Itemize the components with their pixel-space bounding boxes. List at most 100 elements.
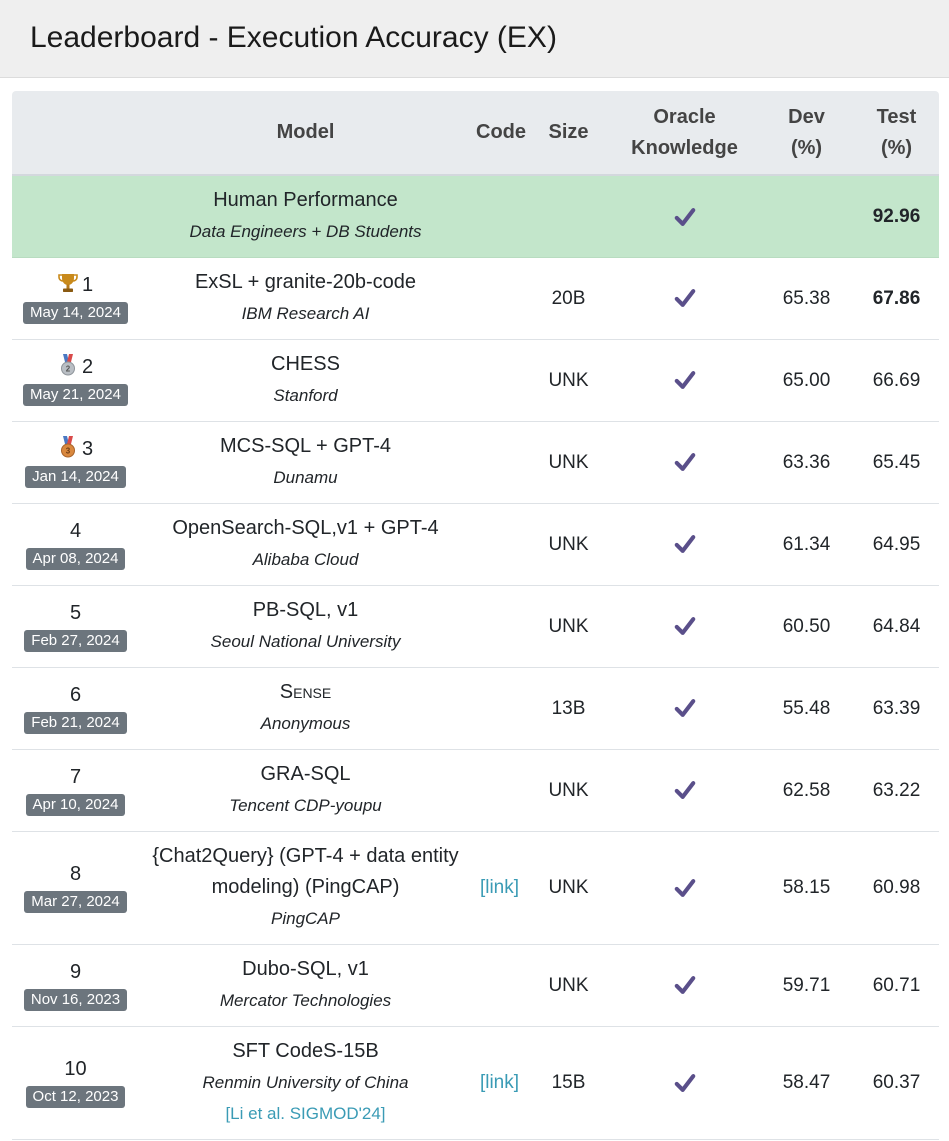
page-title: Leaderboard - Execution Accuracy (EX) xyxy=(30,21,557,54)
header-test-line2: (%) xyxy=(880,136,913,159)
human-model-name: Human Performance xyxy=(213,189,398,212)
dev-cell: 58.15 xyxy=(759,831,854,945)
page-header: Leaderboard - Execution Accuracy (EX) xyxy=(0,0,949,78)
date-badge: Apr 10, 2024 xyxy=(25,793,126,816)
header-test[interactable]: Test (%) xyxy=(854,91,939,176)
size-cell: 20B xyxy=(527,257,610,340)
header-oracle-knowledge[interactable]: Oracle Knowledge xyxy=(610,91,759,176)
header-oracle-line2: Knowledge xyxy=(631,136,738,159)
size-cell: UNK xyxy=(527,585,610,668)
model-org: PingCAP xyxy=(271,909,340,928)
size-cell: UNK xyxy=(527,944,610,1027)
code-cell: [link] xyxy=(472,831,527,945)
rank-number: 6 xyxy=(69,683,82,706)
header-test-line1: Test xyxy=(876,105,917,128)
model-cell: MCS-SQL + GPT-4 Dunamu xyxy=(139,421,472,504)
model-name: PB-SQL, v1 xyxy=(252,599,359,621)
date-badge: Feb 27, 2024 xyxy=(24,629,127,652)
model-name: ExSL + granite-20b-code xyxy=(194,271,417,293)
header-dev[interactable]: Dev (%) xyxy=(759,91,854,176)
size-cell: UNK xyxy=(527,749,610,832)
rank-cell: 4 Apr 08, 2024 xyxy=(12,503,139,586)
header-model[interactable]: Model xyxy=(139,91,472,176)
checkmark-icon xyxy=(674,535,695,554)
trophy-icon xyxy=(58,272,78,294)
table-header-row: Model Code Size Oracle Knowledge Dev (%) T… xyxy=(12,91,939,176)
model-org: Seoul National University xyxy=(210,632,401,651)
paper-link[interactable]: [Li et al. SIGMOD'24] xyxy=(143,1098,468,1129)
test-cell: 60.98 xyxy=(854,831,939,945)
date-badge: Nov 16, 2023 xyxy=(23,988,128,1011)
dev-cell: 65.38 xyxy=(759,257,854,340)
human-model-cell: Human Performance Data Engineers + DB St… xyxy=(139,175,472,258)
header-dev-line1: Dev xyxy=(788,105,825,128)
rank-number: 10 xyxy=(64,1058,87,1080)
size-cell: 13B xyxy=(527,667,610,750)
bronze-medal-icon: 3 xyxy=(58,435,78,458)
test-cell: 66.69 xyxy=(854,339,939,422)
model-cell: Dubo-SQL, v1 Mercator Technologies xyxy=(139,944,472,1027)
rank-cell: 2 2 May 21, 2024 xyxy=(12,339,139,422)
size-cell: UNK xyxy=(527,831,610,945)
oracle-knowledge-cell xyxy=(610,339,759,422)
code-cell: [link] xyxy=(472,1026,527,1140)
date-badge: Apr 08, 2024 xyxy=(25,547,126,570)
human-oracle-cell xyxy=(610,175,759,258)
oracle-knowledge-cell xyxy=(610,1026,759,1140)
rank-cell: 5 Feb 27, 2024 xyxy=(12,585,139,668)
rank-cell: 8 Mar 27, 2024 xyxy=(12,831,139,945)
code-cell xyxy=(472,749,527,832)
model-name: {Chat2Query} (GPT-4 + data entity modeli… xyxy=(152,845,459,898)
model-cell: OpenSearch-SQL,v1 + GPT-4 Alibaba Cloud xyxy=(139,503,472,586)
model-org: Stanford xyxy=(273,386,338,405)
checkmark-icon xyxy=(674,371,695,390)
table-row: 10 Oct 12, 2023 SFT CodeS-15B Renmin Univer… xyxy=(12,1026,939,1140)
model-cell: PB-SQL, v1 Seoul National University xyxy=(139,585,472,668)
rank-number: 2 xyxy=(81,355,94,378)
checkmark-icon xyxy=(674,879,695,897)
oracle-knowledge-cell xyxy=(610,667,759,750)
size-cell: UNK xyxy=(527,339,610,422)
model-org: Mercator Technologies xyxy=(219,991,392,1010)
rank-cell: 7 Apr 10, 2024 xyxy=(12,749,139,832)
code-cell xyxy=(472,667,527,750)
date-badge: May 14, 2024 xyxy=(23,301,128,324)
test-cell: 65.45 xyxy=(854,421,939,504)
code-cell xyxy=(472,585,527,668)
table-row: 3 3 Jan 14, 2024 MCS-SQL + GPT-4 Dunamu UNK 63… xyxy=(12,421,939,504)
oracle-knowledge-cell xyxy=(610,944,759,1027)
size-cell: 15B xyxy=(527,1026,610,1140)
model-cell: Sense Anonymous xyxy=(139,667,472,750)
test-cell: 63.22 xyxy=(854,749,939,832)
code-link[interactable]: [link] xyxy=(480,1072,519,1093)
model-cell: GRA-SQL Tencent CDP-youpu xyxy=(139,749,472,832)
checkmark-icon xyxy=(674,289,695,308)
test-cell: 64.95 xyxy=(854,503,939,586)
test-cell: 64.84 xyxy=(854,585,939,668)
dev-cell: 55.48 xyxy=(759,667,854,750)
model-org: Anonymous xyxy=(260,714,351,733)
human-size-cell xyxy=(527,175,610,258)
header-code[interactable]: Code xyxy=(472,91,527,176)
rank-cell: 10 Oct 12, 2023 xyxy=(12,1026,139,1140)
test-cell: 60.37 xyxy=(854,1026,939,1140)
table-row: 8 Mar 27, 2024 {Chat2Query} (GPT-4 + data … xyxy=(12,831,939,945)
model-name: SFT CodeS-15B xyxy=(232,1040,379,1062)
code-link[interactable]: [link] xyxy=(480,877,519,898)
dev-cell: 60.50 xyxy=(759,585,854,668)
oracle-knowledge-cell xyxy=(610,257,759,340)
checkmark-icon xyxy=(674,207,695,226)
date-badge: Mar 27, 2024 xyxy=(24,891,127,913)
test-cell: 63.39 xyxy=(854,667,939,750)
model-org: Dunamu xyxy=(273,468,338,487)
rank-cell: 6 Feb 21, 2024 xyxy=(12,667,139,750)
test-cell: 60.71 xyxy=(854,944,939,1027)
model-name: OpenSearch-SQL,v1 + GPT-4 xyxy=(172,517,439,539)
header-size[interactable]: Size xyxy=(527,91,610,176)
rank-number: 5 xyxy=(69,601,82,624)
dev-cell: 61.34 xyxy=(759,503,854,586)
checkmark-icon xyxy=(674,699,695,718)
table-row: 6 Feb 21, 2024 Sense Anonymous 13B 55.48 63.39 xyxy=(12,667,939,750)
rank-cell: 1 May 14, 2024 xyxy=(12,257,139,340)
table-row: 9 Nov 16, 2023 Dubo-SQL, v1 Mercator Techno… xyxy=(12,944,939,1027)
